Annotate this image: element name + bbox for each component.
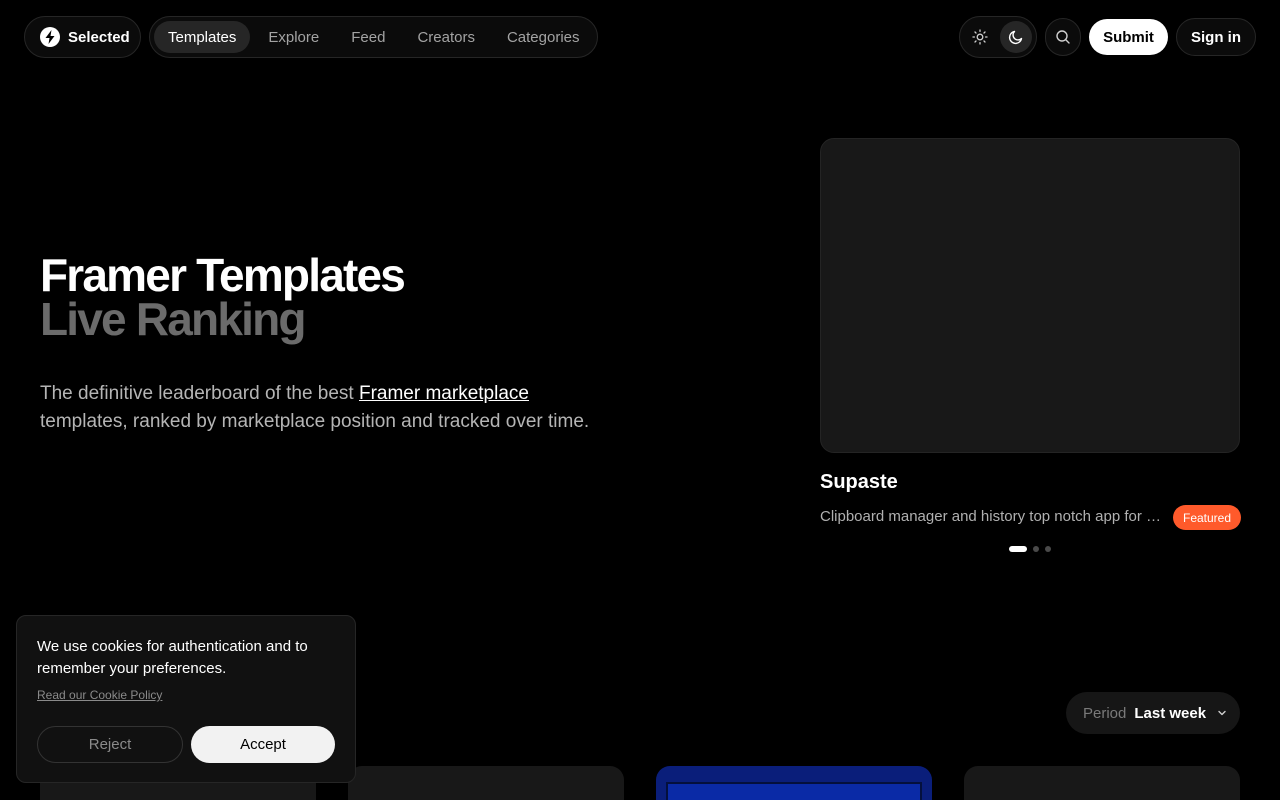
search-button[interactable] bbox=[1045, 18, 1081, 56]
submit-button[interactable]: Submit bbox=[1089, 19, 1168, 55]
sun-icon bbox=[972, 29, 988, 45]
chevron-down-icon bbox=[1218, 710, 1226, 716]
template-card-2[interactable] bbox=[348, 766, 624, 800]
cookie-actions: Reject Accept bbox=[37, 726, 335, 763]
featured-badge: Featured bbox=[1173, 505, 1242, 530]
period-label: Period bbox=[1083, 704, 1127, 722]
hero-description: The definitive leaderboard of the best F… bbox=[40, 380, 620, 436]
carousel-dots bbox=[1009, 546, 1051, 552]
nav-explore[interactable]: Explore bbox=[254, 21, 333, 53]
featured-template-image[interactable] bbox=[820, 138, 1240, 453]
period-select[interactable]: Period Last week bbox=[1066, 692, 1240, 734]
search-icon bbox=[1056, 30, 1070, 44]
dark-theme-button[interactable] bbox=[1000, 21, 1032, 53]
featured-template-title[interactable]: Supaste bbox=[820, 471, 898, 494]
cookie-message: We use cookies for authentication and to… bbox=[37, 638, 308, 677]
bolt-logo-icon bbox=[40, 27, 60, 47]
carousel-dot-2[interactable] bbox=[1033, 546, 1039, 552]
hero-subtitle: Live Ranking bbox=[40, 293, 306, 345]
featured-template-description: Clipboard manager and history top notch … bbox=[820, 508, 1165, 525]
brand-logo[interactable]: Selected bbox=[24, 16, 141, 58]
template-card-3[interactable] bbox=[656, 766, 932, 800]
carousel-dot-3[interactable] bbox=[1045, 546, 1051, 552]
framer-marketplace-link[interactable]: Framer marketplace bbox=[359, 383, 529, 404]
hero-description-end: templates, ranked by marketplace positio… bbox=[40, 411, 590, 432]
nav-creators[interactable]: Creators bbox=[403, 21, 489, 53]
template-card-3-preview bbox=[666, 782, 922, 800]
main-nav: Templates Explore Feed Creators Categori… bbox=[149, 16, 598, 58]
sign-in-button[interactable]: Sign in bbox=[1176, 18, 1256, 56]
period-value: Last week bbox=[1134, 704, 1207, 722]
moon-icon bbox=[1008, 30, 1023, 45]
nav-templates[interactable]: Templates bbox=[154, 21, 251, 53]
hero-description-start: The definitive leaderboard of the best bbox=[40, 383, 359, 404]
accept-cookies-button[interactable]: Accept bbox=[191, 726, 335, 763]
cookie-banner: We use cookies for authentication and to… bbox=[16, 615, 356, 783]
nav-feed[interactable]: Feed bbox=[337, 21, 399, 53]
reject-cookies-button[interactable]: Reject bbox=[37, 726, 183, 763]
template-card-4[interactable] bbox=[964, 766, 1240, 800]
theme-toggle bbox=[959, 16, 1037, 58]
brand-name: Selected bbox=[68, 28, 130, 46]
cookie-policy-link[interactable]: Read our Cookie Policy bbox=[37, 688, 162, 702]
hero-title: Framer Templates bbox=[40, 249, 406, 301]
carousel-dot-1[interactable] bbox=[1009, 546, 1027, 552]
light-theme-button[interactable] bbox=[964, 21, 996, 53]
nav-categories[interactable]: Categories bbox=[493, 21, 594, 53]
